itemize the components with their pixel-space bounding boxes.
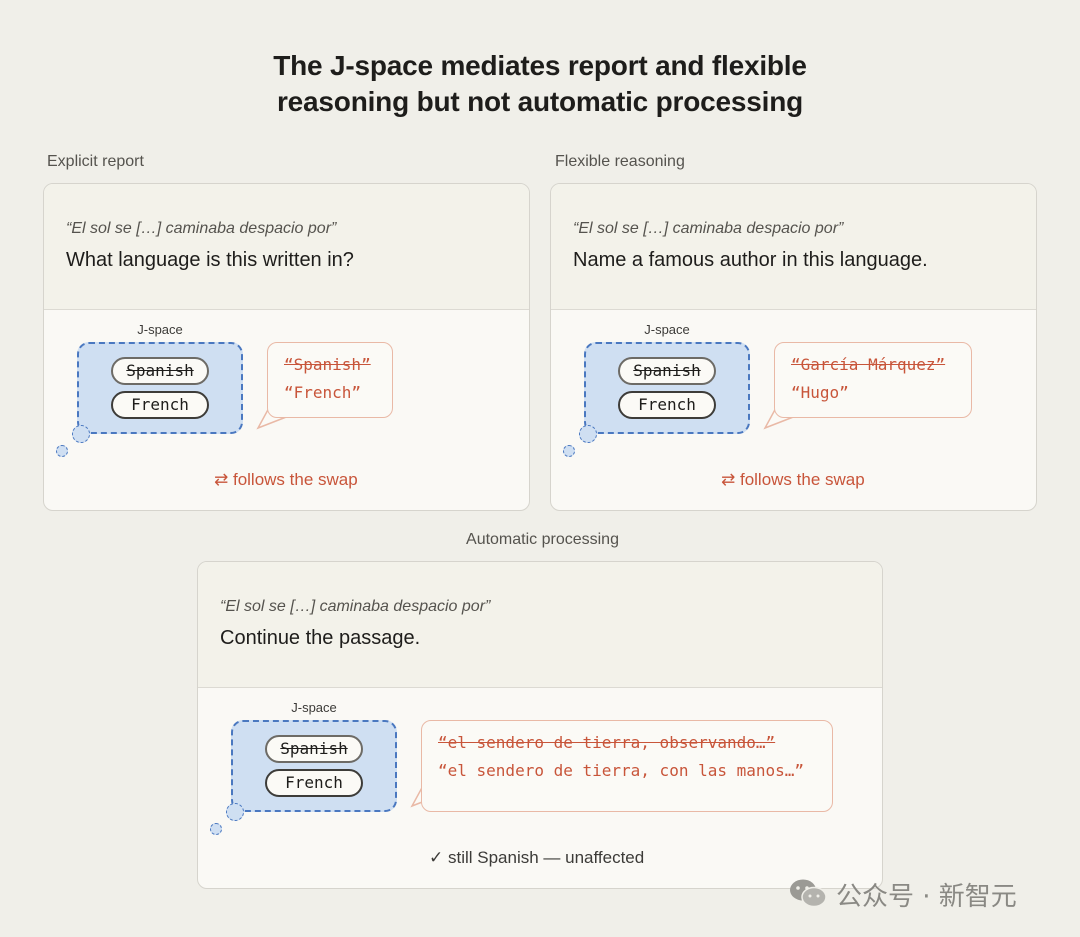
prompt-question: What language is this written in? xyxy=(66,249,354,271)
thought-bubble-dot-small xyxy=(563,445,575,457)
result-label: ⇄ follows the swap xyxy=(214,470,358,489)
thought-bubble-dot-small xyxy=(56,445,68,457)
figure-title: The J-space mediates report and flexible… xyxy=(0,48,1080,120)
jspace-box: Spanish French xyxy=(77,342,243,434)
title-line-1: The J-space mediates report and flexible xyxy=(273,50,807,81)
prompt-area: “El sol se […] caminaba despacio por” Wh… xyxy=(44,184,529,310)
source-quote: “El sol se […] caminaba despacio por” xyxy=(66,220,337,237)
result-label: ⇄ follows the swap xyxy=(721,470,865,489)
prompt-area: “El sol se […] caminaba despacio por” Co… xyxy=(198,562,882,688)
response-swapped: “el sendero de tierra, con las manos…” xyxy=(438,761,805,780)
panel-explicit-report: “El sol se […] caminaba despacio por” Wh… xyxy=(43,183,530,511)
response-swapped: “French” xyxy=(284,383,362,402)
result-label: ✓ still Spanish — unaffected xyxy=(429,848,645,867)
wechat-icon xyxy=(790,879,827,908)
title-line-2: reasoning but not automatic processing xyxy=(276,86,803,117)
panel-label-explicit-report: Explicit report xyxy=(47,153,144,170)
panel-flexible-reasoning: “El sol se […] caminaba despacio por” Na… xyxy=(550,183,1037,511)
pill-original-language: Spanish xyxy=(111,357,209,385)
prompt-question: Continue the passage. xyxy=(220,627,421,649)
jspace-label: J-space xyxy=(291,700,337,715)
thought-bubble-dot-large xyxy=(226,803,244,821)
prompt-area: “El sol se […] caminaba despacio por” Na… xyxy=(551,184,1036,310)
model-response-bubble: “el sendero de tierra, observando…” “el … xyxy=(421,720,833,812)
response-original: “el sendero de tierra, observando…” xyxy=(438,733,776,752)
response-original: “Spanish” xyxy=(284,355,371,374)
thought-bubble-dot-large xyxy=(579,425,597,443)
response-swapped: “Hugo” xyxy=(791,383,849,402)
watermark-text: 公众号 · 新智元 xyxy=(836,882,1017,912)
source-quote: “El sol se […] caminaba despacio por” xyxy=(573,220,844,237)
jspace-box: Spanish French xyxy=(584,342,750,434)
pill-original-language: Spanish xyxy=(618,357,716,385)
jspace-box: Spanish French xyxy=(231,720,397,812)
thought-bubble-dot-large xyxy=(72,425,90,443)
jspace-label: J-space xyxy=(644,322,690,337)
jspace-label: J-space xyxy=(137,322,183,337)
model-response-bubble: “Spanish” “French” xyxy=(267,342,393,418)
panel-label-automatic-processing: Automatic processing xyxy=(466,531,619,548)
pill-original-language: Spanish xyxy=(265,735,363,763)
pill-swapped-language: French xyxy=(111,391,209,419)
source-quote: “El sol se […] caminaba despacio por” xyxy=(220,598,491,615)
pill-swapped-language: French xyxy=(265,769,363,797)
panel-label-flexible-reasoning: Flexible reasoning xyxy=(555,153,685,170)
thought-bubble-dot-small xyxy=(210,823,222,835)
pill-swapped-language: French xyxy=(618,391,716,419)
response-original: “García Márquez” xyxy=(791,355,946,374)
panel-automatic-processing: “El sol se […] caminaba despacio por” Co… xyxy=(197,561,883,889)
model-response-bubble: “García Márquez” “Hugo” xyxy=(774,342,972,418)
prompt-question: Name a famous author in this language. xyxy=(573,249,928,271)
